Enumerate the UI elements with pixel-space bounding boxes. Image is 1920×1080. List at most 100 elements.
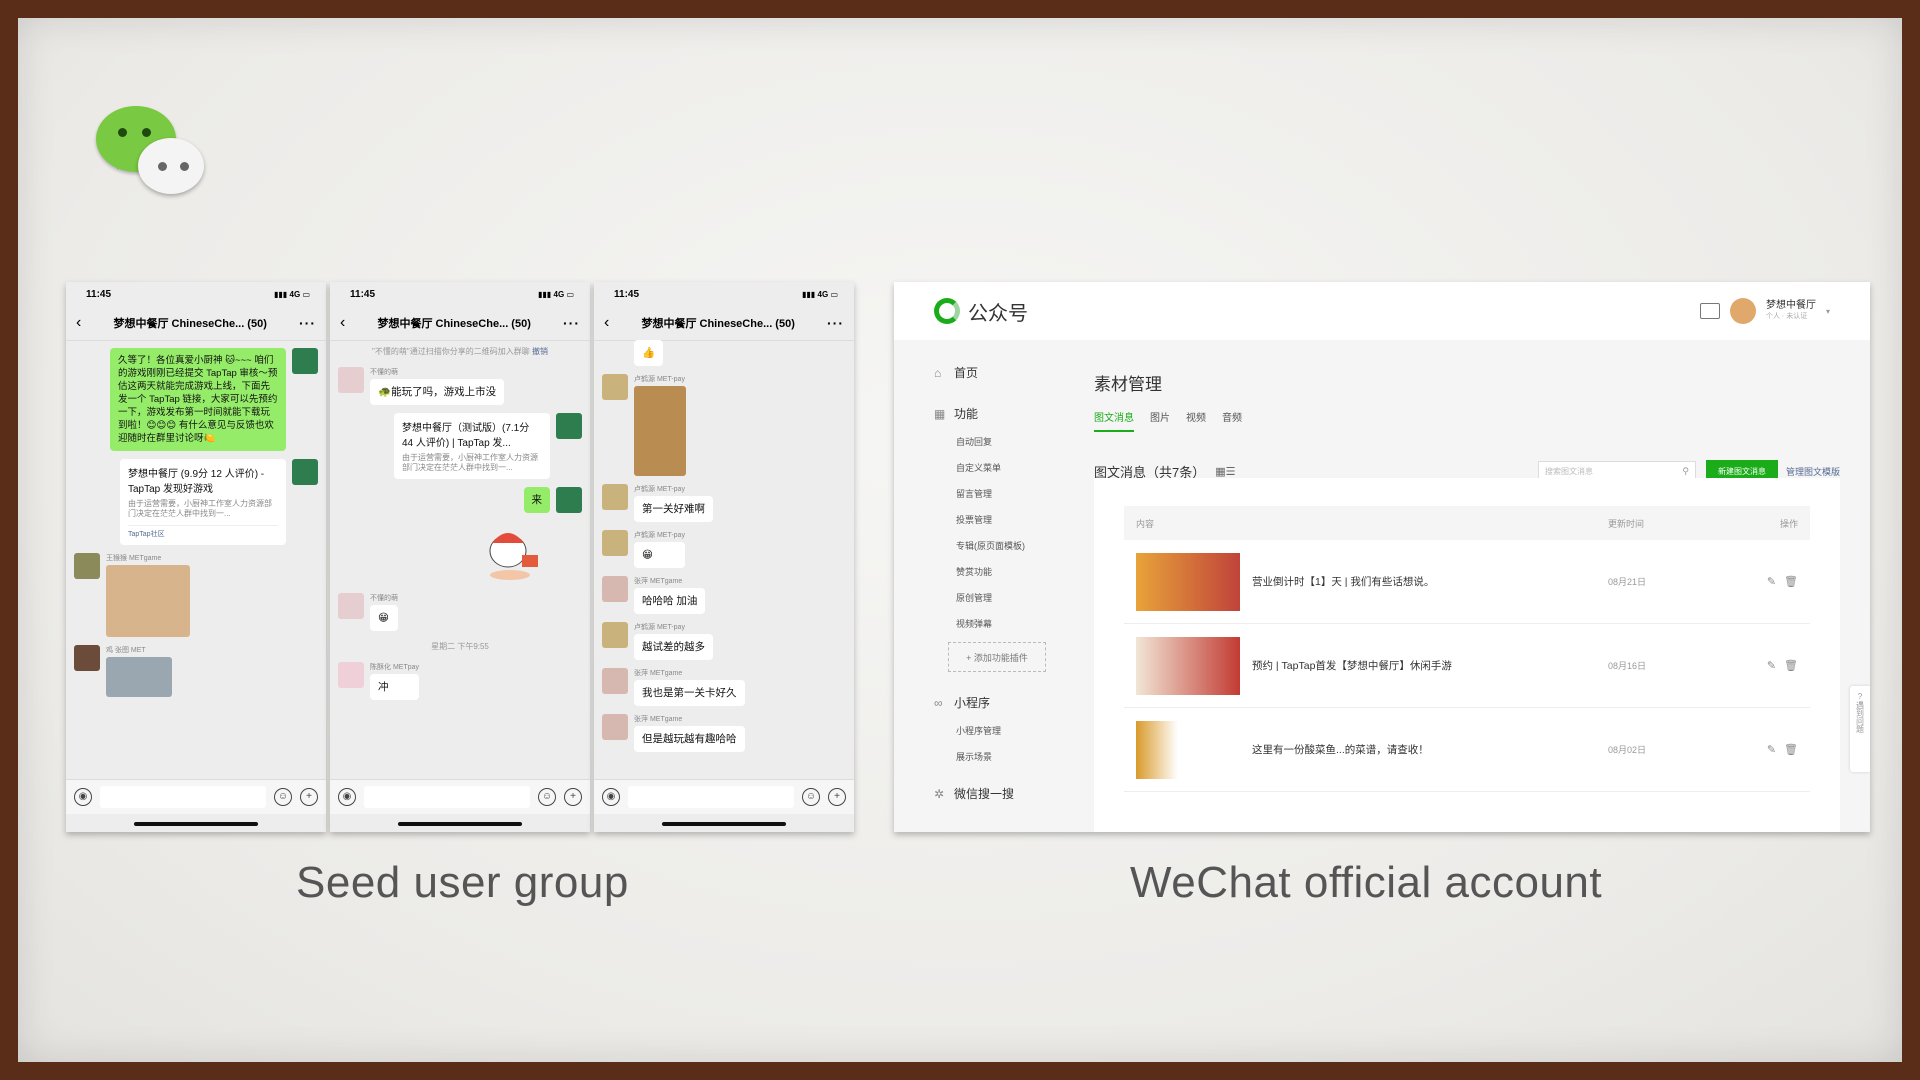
article-date: 08月02日 xyxy=(1608,745,1647,755)
table-row[interactable]: 预约 | TapTap首发【梦想中餐厅】休闲手游 08月16日 ✎ 🗑 xyxy=(1124,624,1810,708)
more-icon[interactable]: ··· xyxy=(827,315,844,331)
mail-icon[interactable] xyxy=(1699,303,1720,319)
message-list[interactable]: 👍 卢鹤源 MET-pay 卢鹤源 MET-pay 第一关好难啊 卢鹤源 MET… xyxy=(594,340,854,774)
avatar[interactable] xyxy=(292,348,318,374)
trash-icon[interactable]: 🗑 xyxy=(1784,659,1798,672)
trash-icon[interactable]: 🗑 xyxy=(1784,743,1798,756)
message-bubble: 冲 xyxy=(370,674,420,700)
tab-images[interactable]: 图片 xyxy=(1150,409,1170,432)
article-cover xyxy=(1136,552,1240,611)
nav-miniprogram[interactable]: ∞ 小程序 xyxy=(934,694,1084,711)
nav-item[interactable]: 自定义菜单 xyxy=(956,461,1084,474)
sender-name: 陈酥化 METpay xyxy=(370,664,420,671)
plus-icon[interactable]: + xyxy=(564,788,582,806)
message-bubble: 第一关好难啊 xyxy=(634,496,713,522)
tab-audio[interactable]: 音频 xyxy=(1222,409,1242,432)
edit-icon[interactable]: ✎ xyxy=(1767,659,1776,672)
chevron-down-icon[interactable]: ▾ xyxy=(1826,307,1830,316)
avatar[interactable] xyxy=(556,413,582,439)
avatar[interactable] xyxy=(602,668,628,694)
home-indicator xyxy=(134,822,258,826)
emoji-icon[interactable]: ☺ xyxy=(802,788,820,806)
article-title[interactable]: 营业倒计时【1】天 | 我们有些话想说。 xyxy=(1252,574,1608,589)
nav-item[interactable]: 小程序管理 xyxy=(956,724,1084,737)
chat-title: 梦想中餐厅 ChineseChe... (50) xyxy=(113,318,267,330)
link-card[interactable]: 梦想中餐厅 (9.9分 12 人评价) - TapTap 发现好游戏 由于运营需… xyxy=(120,459,286,545)
message-input[interactable] xyxy=(100,786,266,808)
emoji-icon[interactable]: ☺ xyxy=(274,788,292,806)
message-input[interactable] xyxy=(364,786,530,808)
image-message[interactable] xyxy=(106,657,172,697)
avatar[interactable] xyxy=(338,367,364,393)
back-icon[interactable]: ‹ xyxy=(76,314,81,332)
card-title: 梦想中餐厅 (9.9分 12 人评价) - TapTap 发现好游戏 xyxy=(128,469,265,495)
back-icon[interactable]: ‹ xyxy=(340,314,345,332)
avatar[interactable] xyxy=(1729,298,1756,324)
image-message[interactable] xyxy=(634,386,686,476)
account-name[interactable]: 梦想中餐厅 个人 · 未认证 xyxy=(1766,300,1816,322)
emoji-icon[interactable]: ☺ xyxy=(538,788,556,806)
view-toggle-icon[interactable]: ▦☰ xyxy=(1215,465,1235,478)
image-message[interactable] xyxy=(106,565,190,637)
nav-functions[interactable]: ▦ 功能 xyxy=(934,405,1084,422)
manage-template-link[interactable]: 管理图文模版 xyxy=(1786,465,1840,478)
table-row[interactable]: 营业倒计时【1】天 | 我们有些话想说。 08月21日 ✎ 🗑 xyxy=(1124,540,1810,624)
nav-item[interactable]: 投票管理 xyxy=(956,513,1084,526)
article-title[interactable]: 预约 | TapTap首发【梦想中餐厅】休闲手游 xyxy=(1252,658,1608,673)
tab-videos[interactable]: 视频 xyxy=(1186,409,1206,432)
nav-item[interactable]: 原创管理 xyxy=(956,591,1084,604)
status-time: 11:45 xyxy=(614,288,640,300)
avatar[interactable] xyxy=(292,459,318,485)
link-card[interactable]: 梦想中餐厅（测试版）(7.1分 44 人评价) | TapTap 发... 由于… xyxy=(394,413,550,479)
article-date: 08月16日 xyxy=(1608,661,1647,671)
avatar[interactable] xyxy=(74,553,100,579)
avatar[interactable] xyxy=(338,662,364,688)
chat-header: ‹ 梦想中餐厅 ChineseChe... (50) ··· xyxy=(594,306,854,341)
undo-link[interactable]: 撤销 xyxy=(532,347,548,356)
nav-home[interactable]: ⌂ 首页 xyxy=(934,364,1084,381)
trash-icon[interactable]: 🗑 xyxy=(1784,575,1798,588)
plus-icon[interactable]: + xyxy=(300,788,318,806)
col-content: 内容 xyxy=(1136,518,1155,529)
add-plugin-button[interactable]: + 添加功能插件 xyxy=(948,642,1046,672)
avatar[interactable] xyxy=(602,484,628,510)
avatar[interactable] xyxy=(602,374,628,400)
edit-icon[interactable]: ✎ xyxy=(1767,575,1776,588)
nav-item[interactable]: 专辑(原页面模板) xyxy=(956,539,1084,552)
tab-articles[interactable]: 图文消息 xyxy=(1094,409,1134,432)
voice-icon[interactable]: ◉ xyxy=(602,788,620,806)
card-subtitle: 由于运营需要，小厨神工作室人力资源部门决定在茫茫人群中找到一... xyxy=(402,453,538,472)
avatar[interactable] xyxy=(602,714,628,740)
more-icon[interactable]: ··· xyxy=(563,315,580,331)
message-list[interactable]: 久等了！各位真爱小厨神 🐱~~~ 咱们的游戏刚刚已经提交 TapTap 审核～预… xyxy=(66,340,326,774)
help-tab[interactable]: ? 遇到问题 xyxy=(1850,686,1870,772)
message-input[interactable] xyxy=(628,786,794,808)
voice-icon[interactable]: ◉ xyxy=(74,788,92,806)
avatar[interactable] xyxy=(602,576,628,602)
avatar[interactable] xyxy=(556,487,582,513)
nav-item[interactable]: 展示场景 xyxy=(956,750,1084,763)
edit-icon[interactable]: ✎ xyxy=(1767,743,1776,756)
avatar[interactable] xyxy=(602,530,628,556)
message-list[interactable]: "不懂的萌"通过扫描你分享的二维码加入群聊 撤销 不懂的萌 🐢能玩了吗，游戏上市… xyxy=(330,340,590,774)
avatar[interactable] xyxy=(338,593,364,619)
nav-item[interactable]: 赞赏功能 xyxy=(956,565,1084,578)
sender-name: 张萍 METgame xyxy=(634,670,683,677)
plus-icon[interactable]: + xyxy=(828,788,846,806)
nav-item[interactable]: 留言管理 xyxy=(956,487,1084,500)
voice-icon[interactable]: ◉ xyxy=(338,788,356,806)
article-title[interactable]: 这里有一份酸菜鱼...的菜谱，请查收！ xyxy=(1252,742,1608,757)
nav-search[interactable]: ✲ 微信搜一搜 xyxy=(934,785,1084,802)
more-icon[interactable]: ··· xyxy=(299,315,316,331)
back-icon[interactable]: ‹ xyxy=(604,314,609,332)
sticker-image[interactable] xyxy=(478,521,548,585)
avatar[interactable] xyxy=(74,645,100,671)
chat-header: ‹ 梦想中餐厅 ChineseChe... (50) ··· xyxy=(330,306,590,341)
search-icon[interactable]: ⚲ xyxy=(1682,466,1689,477)
sparkle-icon: ✲ xyxy=(934,786,945,801)
nav-item[interactable]: 自动回复 xyxy=(956,435,1084,448)
sender-name: 张萍 METgame xyxy=(634,578,683,585)
nav-item[interactable]: 视频弹幕 xyxy=(956,617,1084,630)
avatar[interactable] xyxy=(602,622,628,648)
table-row[interactable]: 这里有一份酸菜鱼...的菜谱，请查收！ 08月02日 ✎ 🗑 xyxy=(1124,708,1810,792)
